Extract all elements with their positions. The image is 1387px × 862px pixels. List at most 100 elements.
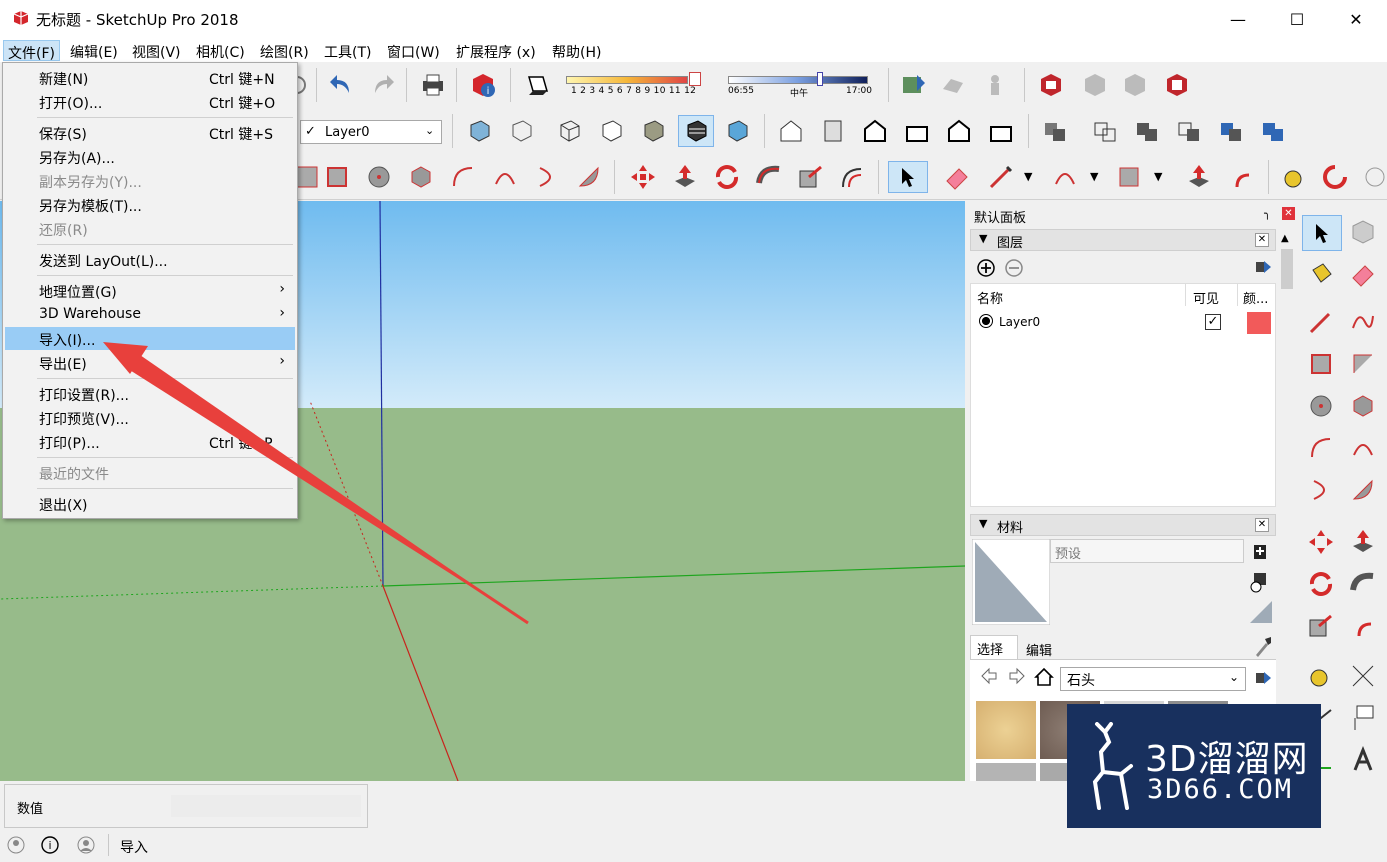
minimize-icon[interactable]: — [1215, 0, 1261, 38]
layer-details-icon[interactable] [1254, 258, 1272, 276]
push-pull-2-icon[interactable] [1184, 162, 1214, 192]
tab-edit[interactable]: 编辑 [1020, 637, 1068, 659]
material-name-field[interactable]: 预设 [1050, 539, 1244, 563]
menu-extensions[interactable]: 扩展程序 (x) [452, 40, 540, 61]
orbit-icon[interactable] [1320, 162, 1350, 192]
table-row[interactable]: Layer0 ✓ [971, 310, 1275, 334]
tape-measure-tool-icon[interactable] [1306, 661, 1336, 691]
follow-me-tool-icon[interactable] [1348, 569, 1378, 599]
tray-close-icon[interactable]: ✕ [1282, 207, 1295, 220]
hidden-line-icon[interactable] [596, 116, 626, 146]
credits-icon[interactable]: i [40, 835, 60, 855]
back-edges-icon[interactable] [506, 116, 536, 146]
shape-group-icon[interactable] [1114, 162, 1144, 192]
forward-arrow-icon[interactable] [1008, 667, 1026, 685]
text-tool-icon[interactable] [1348, 703, 1378, 733]
menu-item[interactable]: 最近的文件 [5, 461, 295, 484]
menu-item[interactable]: 打印预览(V)... [5, 406, 295, 429]
remove-layer-icon[interactable] [1004, 258, 1024, 278]
push-pull-tool-icon[interactable] [1348, 527, 1378, 557]
front-view-icon[interactable] [860, 116, 890, 146]
materials-close-icon[interactable]: ✕ [1255, 518, 1269, 532]
monochrome-icon[interactable] [722, 116, 752, 146]
scale-icon[interactable] [796, 162, 826, 192]
material-swatch-sandstone[interactable] [976, 701, 1036, 759]
left-view-icon[interactable] [986, 116, 1016, 146]
tape-measure-icon[interactable] [1280, 162, 1310, 192]
menu-window[interactable]: 窗口(W) [383, 40, 444, 61]
extension-warehouse-icon[interactable] [1162, 70, 1192, 100]
shadow-month-slider[interactable] [566, 76, 688, 84]
menu-edit[interactable]: 编辑(E) [66, 40, 122, 61]
two-point-arc-tool-icon[interactable] [1348, 433, 1378, 463]
eraser-icon[interactable] [942, 162, 972, 192]
tab-select[interactable]: 选择 [970, 635, 1018, 659]
menu-tools[interactable]: 工具(T) [320, 40, 375, 61]
intersect-icon[interactable] [1090, 116, 1120, 146]
layer-visible-checkbox[interactable]: ✓ [1205, 314, 1221, 330]
shadow-time-slider[interactable] [728, 76, 868, 84]
push-pull-icon[interactable] [670, 162, 700, 192]
pin-icon[interactable]: ╮ [1264, 207, 1271, 220]
subtract-icon[interactable] [1174, 116, 1204, 146]
panel-close-icon[interactable]: ✕ [1255, 233, 1269, 247]
make-component-icon[interactable] [1348, 217, 1378, 247]
offset-tool-icon[interactable] [1348, 611, 1378, 641]
menu-item[interactable]: 地理位置(G) › [5, 279, 295, 302]
menu-item[interactable]: 导出(E) › [5, 351, 295, 374]
move-tool-icon[interactable] [1306, 527, 1336, 557]
menu-item[interactable]: 还原(R) [5, 217, 295, 240]
eraser-tool-icon[interactable] [1348, 259, 1378, 289]
offset-2-icon[interactable] [1226, 162, 1256, 192]
select-icon[interactable] [888, 161, 928, 193]
menu-item[interactable]: 打印(P)... Ctrl 键+P [5, 430, 295, 453]
shape-dropdown-icon[interactable]: ▼ [1154, 170, 1162, 183]
geolocation-icon[interactable] [6, 835, 26, 855]
rotate-tool-icon[interactable] [1306, 569, 1336, 599]
materials-panel-header[interactable]: ▼ 材料 ✕ [970, 514, 1276, 536]
layers-panel-header[interactable]: ▼ 图层 ✕ [970, 229, 1276, 251]
back-arrow-icon[interactable] [980, 667, 998, 685]
menu-item[interactable]: 副本另存为(Y)... [5, 169, 295, 192]
print-icon[interactable] [418, 70, 448, 100]
line-tool-icon[interactable] [1306, 307, 1336, 337]
create-material-icon[interactable] [1252, 541, 1268, 561]
shaded-icon[interactable] [638, 116, 668, 146]
union-icon[interactable] [1132, 116, 1162, 146]
arc-dropdown-icon[interactable]: ▼ [1090, 170, 1098, 183]
menu-item[interactable]: 新建(N) Ctrl 键+N [5, 66, 295, 89]
outer-shell-icon[interactable] [1040, 116, 1070, 146]
paint-bucket-icon[interactable] [1306, 259, 1336, 289]
maximize-icon[interactable]: ☐ [1274, 0, 1320, 38]
menu-file[interactable]: 文件(F) [3, 40, 60, 62]
select-tool-icon[interactable] [1302, 215, 1342, 251]
line-icon[interactable] [986, 162, 1016, 192]
shadows-icon[interactable] [522, 70, 552, 100]
rectangle-tool-icon[interactable] [1306, 349, 1336, 379]
default-material-icon[interactable] [1248, 599, 1274, 625]
split-icon[interactable] [1258, 116, 1288, 146]
follow-me-icon[interactable] [754, 162, 784, 192]
active-layer-radio[interactable] [979, 314, 993, 328]
pie-tool-icon[interactable] [1348, 475, 1378, 505]
material-swatch-stone-5[interactable] [976, 763, 1036, 781]
arc-icon[interactable] [448, 162, 478, 192]
circle-tool-icon[interactable] [1306, 391, 1336, 421]
layer-color-swatch[interactable] [1247, 312, 1271, 334]
line-dropdown-icon[interactable]: ▼ [1024, 170, 1032, 183]
top-view-icon[interactable] [818, 116, 848, 146]
shadow-month-thumb[interactable] [689, 72, 701, 86]
menu-help[interactable]: 帮助(H) [548, 40, 605, 61]
shaded-textures-icon[interactable] [678, 115, 714, 147]
3d-text-tool-icon[interactable] [1348, 745, 1378, 775]
move-icon[interactable] [628, 162, 658, 192]
menu-item[interactable]: 另存为模板(T)... [5, 193, 295, 216]
add-location-icon[interactable] [898, 70, 928, 100]
eyedropper-icon[interactable] [1252, 635, 1272, 657]
measurements-box[interactable]: 数值 [4, 784, 368, 828]
xray-icon[interactable] [464, 116, 494, 146]
measurements-input[interactable] [171, 795, 361, 817]
rotated-rectangle-tool-icon[interactable] [1348, 349, 1378, 379]
shadow-time-thumb[interactable] [817, 72, 823, 86]
layers-scrollbar[interactable]: ▲ [1278, 229, 1296, 509]
